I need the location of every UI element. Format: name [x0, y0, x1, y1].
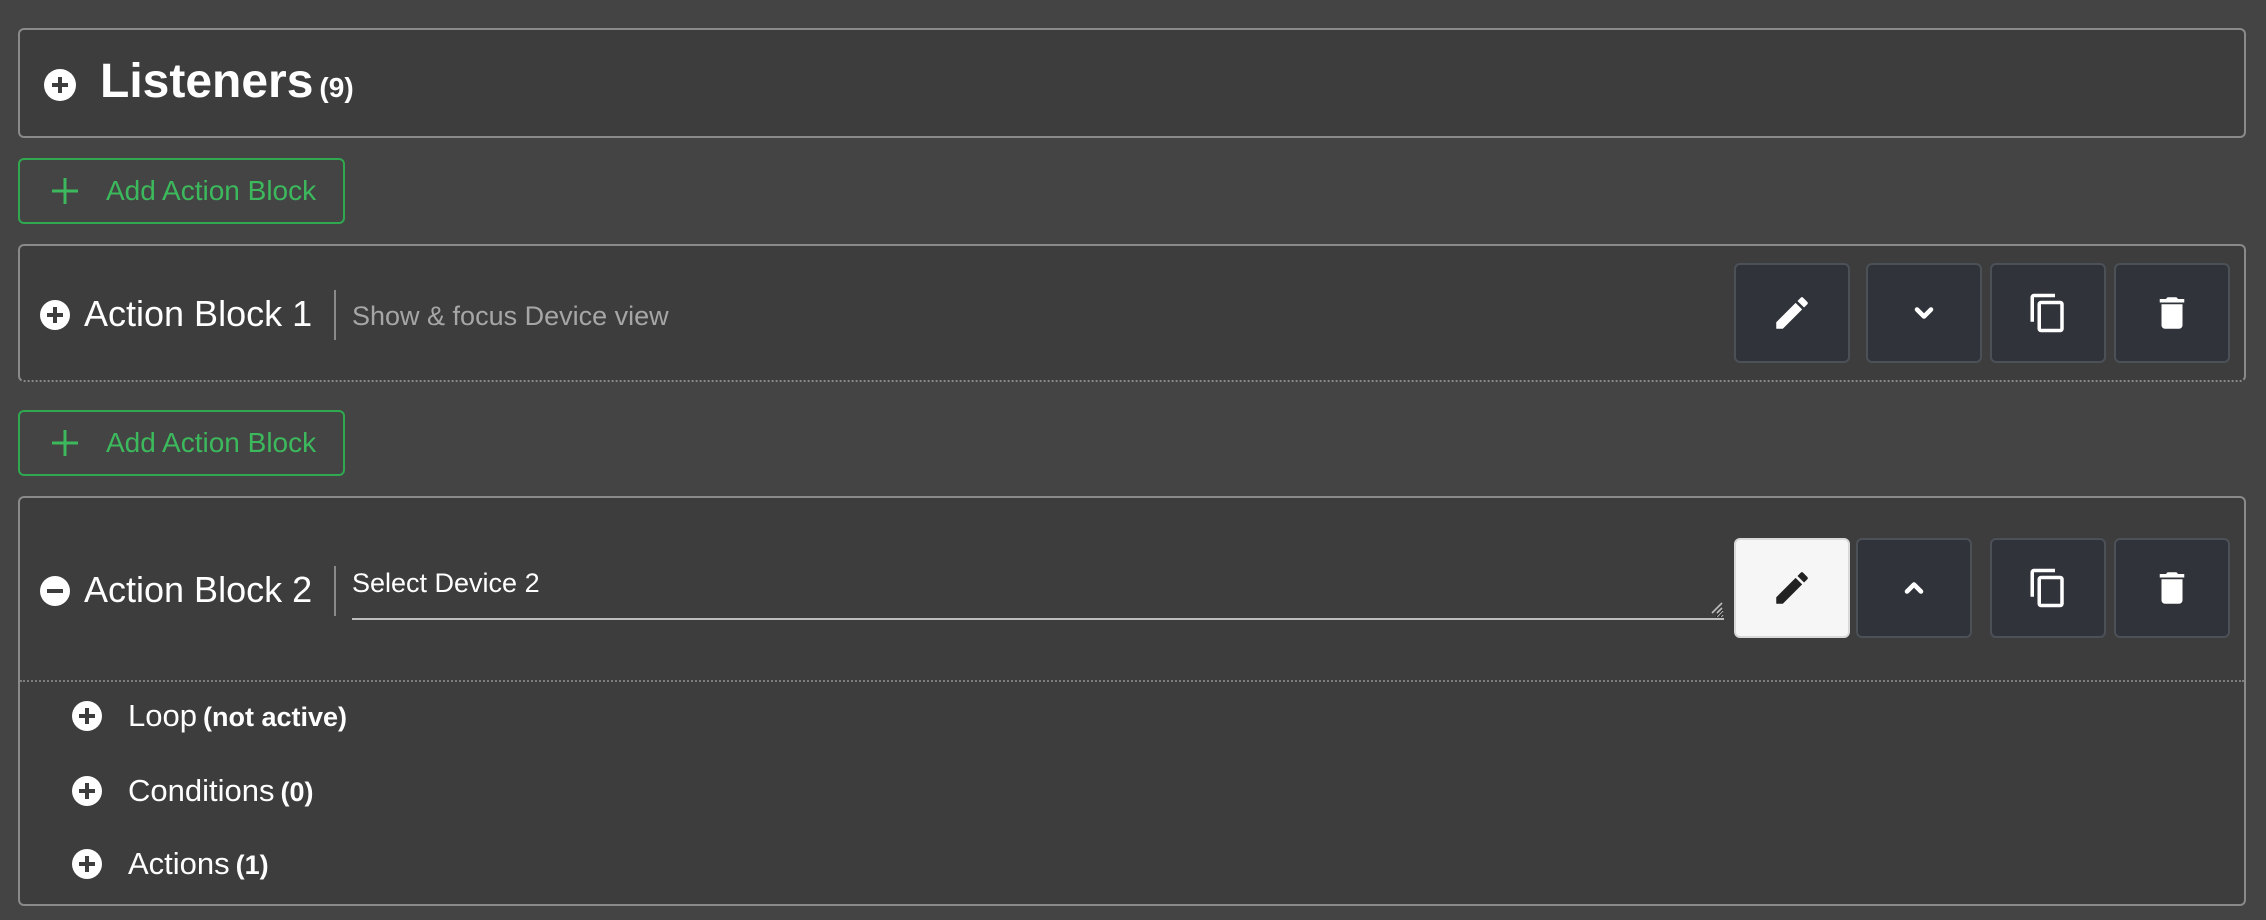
pencil-icon: [1776, 572, 1808, 604]
plus-icon: [52, 430, 78, 456]
actions-count: (1): [235, 850, 269, 880]
listeners-title: Listeners: [100, 55, 314, 108]
loop-label-text: Loop: [128, 698, 197, 733]
conditions-label-text: Conditions: [128, 773, 275, 808]
action-block-description: Show & focus Device view: [352, 301, 669, 331]
conditions-section-toggle[interactable]: Conditions (0): [72, 773, 313, 809]
duplicate-button[interactable]: [1990, 538, 2106, 638]
resize-handle-icon[interactable]: [1709, 600, 1723, 614]
delete-button[interactable]: [2114, 538, 2230, 638]
loop-label: Loop (not active): [128, 698, 347, 734]
loop-section-toggle[interactable]: Loop (not active): [72, 698, 347, 734]
duplicate-button[interactable]: [1990, 263, 2106, 363]
expand-actions-icon[interactable]: [72, 849, 102, 879]
add-action-block-button[interactable]: Add Action Block: [18, 410, 345, 476]
section-divider: [20, 680, 2244, 682]
action-block-2: Action Block 2 Select Device 2 Loop (not …: [18, 496, 2246, 906]
trash-icon: [2159, 297, 2185, 329]
chevron-down-icon: [1914, 307, 1934, 319]
expand-conditions-icon[interactable]: [72, 776, 102, 806]
expand-loop-icon[interactable]: [72, 701, 102, 731]
copy-icon: [2030, 293, 2064, 333]
trash-icon: [2159, 572, 2185, 604]
expand-action-block-icon[interactable]: [40, 300, 70, 330]
edit-button[interactable]: [1734, 538, 1850, 638]
copy-icon: [2030, 568, 2064, 608]
loop-status: (not active): [202, 702, 347, 732]
add-action-block-label: Add Action Block: [106, 427, 317, 458]
expand-listeners-icon[interactable]: [44, 69, 76, 101]
add-action-block-label: Add Action Block: [106, 175, 317, 206]
actions-section-toggle[interactable]: Actions (1): [72, 846, 269, 882]
actions-label: Actions (1): [128, 846, 269, 882]
delete-button[interactable]: [2114, 263, 2230, 363]
collapse-button[interactable]: [1856, 538, 1972, 638]
title-separator: [334, 290, 336, 340]
expand-button[interactable]: [1866, 263, 1982, 363]
actions-label-text: Actions: [128, 846, 230, 881]
action-block-name-input[interactable]: Select Device 2: [352, 556, 1724, 620]
chevron-up-icon: [1904, 582, 1924, 594]
action-block-title[interactable]: Action Block 2: [84, 568, 312, 612]
edit-button[interactable]: [1734, 263, 1850, 363]
title-separator: [334, 566, 336, 616]
listeners-heading[interactable]: Listeners (9): [100, 54, 354, 116]
conditions-label: Conditions (0): [128, 773, 313, 809]
add-action-block-button[interactable]: Add Action Block: [18, 158, 345, 224]
action-block-1: Action Block 1 Show & focus Device view: [18, 244, 2246, 382]
listeners-panel: Listeners (9): [18, 28, 2246, 138]
action-block-title[interactable]: Action Block 1: [84, 292, 312, 336]
pencil-icon: [1776, 297, 1808, 329]
plus-icon: [52, 178, 78, 204]
conditions-count: (0): [280, 777, 314, 807]
listeners-count: (9): [319, 72, 354, 103]
collapse-action-block-icon[interactable]: [40, 576, 70, 606]
